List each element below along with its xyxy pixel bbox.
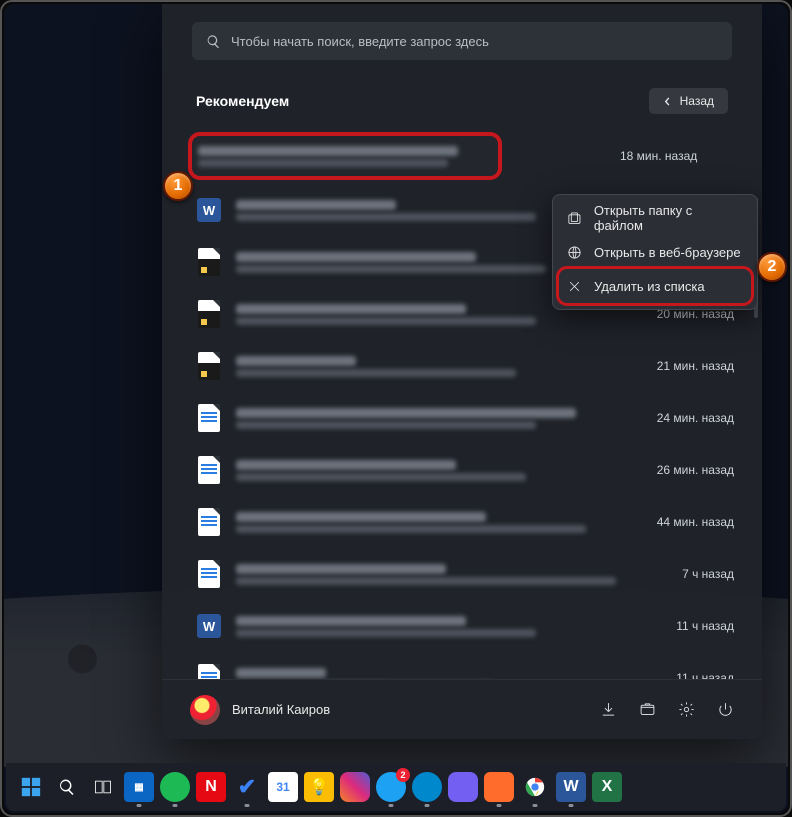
file-icon: W [196,195,222,225]
taskbar-todo[interactable]: ✔ [232,772,262,802]
recommended-item[interactable]: 21 мин. назад [184,340,752,392]
item-time: 7 ч назад [682,567,740,581]
taskbar-instagram[interactable] [340,772,370,802]
taskbar-app-calc[interactable]: ▦ [124,772,154,802]
file-explorer-icon[interactable] [639,701,656,718]
taskbar-keep[interactable]: 💡 [304,772,334,802]
menu-open-folder[interactable]: Открыть папку с файлом [559,201,751,235]
taskbar-excel[interactable]: X [592,772,622,802]
taskbar-telegram[interactable] [412,772,442,802]
file-icon [196,403,222,433]
recommended-item[interactable]: 7 ч назад [184,548,752,600]
power-icon[interactable] [717,701,734,718]
taskbar-twitter[interactable]: 2 [376,772,406,802]
item-time: 21 мин. назад [657,359,740,373]
downloads-icon[interactable] [600,701,617,718]
search-box[interactable]: Чтобы начать поиск, введите запрос здесь [192,22,732,60]
search-placeholder: Чтобы начать поиск, введите запрос здесь [231,34,489,49]
item-text [198,143,488,170]
item-time: 18 мин. назад [620,149,703,163]
settings-icon[interactable] [678,701,695,718]
file-icon [196,299,222,329]
item-text [236,405,643,432]
item-time: 11 ч назад [676,671,740,679]
recommended-item[interactable]: W 11 ч назад [184,600,752,652]
start-menu-panel: Чтобы начать поиск, введите запрос здесь… [162,4,762,739]
taskbar-chrome[interactable] [520,772,550,802]
menu-remove-from-list[interactable]: Удалить из списка [559,269,751,303]
menu-remove-label: Удалить из списка [594,279,705,294]
recommended-item[interactable]: 26 мин. назад [184,444,752,496]
desktop-background: Чтобы начать поиск, введите запрос здесь… [4,4,788,813]
file-icon: W [196,611,222,641]
menu-open-browser-label: Открыть в веб-браузере [594,245,741,260]
recommended-item[interactable]: 18 мин. назад [190,134,500,178]
context-menu: Открыть папку с файлом Открыть в веб-бра… [552,194,758,310]
menu-open-browser[interactable]: Открыть в веб-браузере [559,235,751,269]
footer-icons [600,701,734,718]
file-icon [196,247,222,277]
avatar [190,695,220,725]
taskbar-search[interactable] [52,772,82,802]
recommended-item[interactable]: 24 мин. назад [184,392,752,444]
section-header: Рекомендуем Назад [162,70,762,122]
item-text [236,457,643,484]
item-text [236,561,668,588]
taskbar: ▦ N ✔ 31 💡 2 W X [6,763,786,811]
windows-icon [20,776,42,798]
item-text [236,353,643,380]
item-time: 26 мин. назад [657,463,740,477]
annotation-marker-1: 1 [163,171,193,201]
item-text [236,613,662,640]
search-icon [58,778,76,796]
user-name: Виталий Каиров [232,702,330,717]
file-icon [196,455,222,485]
back-button[interactable]: Назад [649,88,728,114]
taskbar-word[interactable]: W [556,772,586,802]
file-icon [196,663,222,679]
folder-icon [567,211,582,226]
item-time: 44 мин. назад [657,515,740,529]
recommended-item[interactable]: 44 мин. назад [184,496,752,548]
recommended-list: 18 мин. назадW20 мин. назад21 мин. назад… [162,122,762,679]
task-view[interactable] [88,772,118,802]
user-account[interactable]: Виталий Каиров [190,695,330,725]
taskbar-spotify[interactable] [160,772,190,802]
taskbar-app-orange[interactable] [484,772,514,802]
start-footer: Виталий Каиров [162,679,762,739]
file-icon [196,559,222,589]
back-label: Назад [680,94,714,108]
globe-icon [567,245,582,260]
taskbar-netflix[interactable]: N [196,772,226,802]
close-icon [567,279,582,294]
chevron-left-icon [663,97,672,106]
item-text [236,509,643,536]
twitter-badge: 2 [396,768,410,782]
search-icon [206,34,221,49]
recommended-item[interactable]: 11 ч назад [184,652,752,679]
taskbar-calendar[interactable]: 31 [268,772,298,802]
start-button[interactable] [16,772,46,802]
item-text [236,665,662,680]
item-time: 24 мин. назад [657,411,740,425]
section-title: Рекомендуем [196,93,289,109]
file-icon [196,351,222,381]
item-time: 11 ч назад [676,619,740,633]
annotation-marker-2: 2 [757,252,787,282]
taskbar-viber[interactable] [448,772,478,802]
chrome-icon [524,776,546,798]
menu-open-folder-label: Открыть папку с файлом [594,203,743,233]
task-view-icon [93,777,113,797]
file-icon [196,507,222,537]
